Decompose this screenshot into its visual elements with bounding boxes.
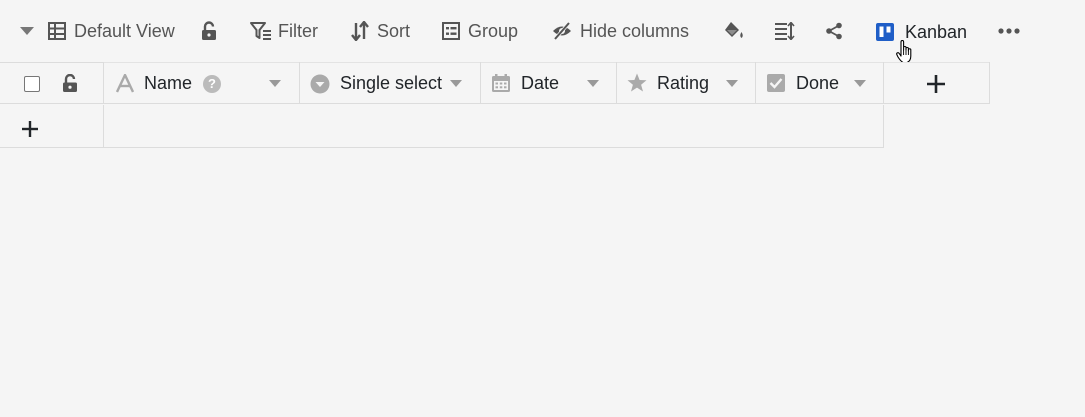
select-all-checkbox[interactable] xyxy=(24,76,40,92)
view-name: Default View xyxy=(74,20,175,41)
filter-button[interactable]: Filter xyxy=(250,16,318,46)
group-icon xyxy=(442,22,460,40)
filter-label: Filter xyxy=(278,20,318,41)
column-menu-caret-icon[interactable] xyxy=(450,80,462,87)
kanban-label: Kanban xyxy=(905,21,968,42)
help-icon[interactable]: ? xyxy=(203,75,221,93)
single-select-icon xyxy=(310,74,330,94)
add-row-button[interactable] xyxy=(0,105,104,148)
view-menu-toggle[interactable] xyxy=(20,16,34,46)
column-header-single-select[interactable]: Single select xyxy=(300,62,481,104)
text-icon xyxy=(116,74,134,93)
star-icon xyxy=(627,73,647,92)
column-name: Done xyxy=(796,73,840,93)
calendar-icon xyxy=(492,74,510,92)
group-label: Group xyxy=(468,20,519,41)
share-button[interactable] xyxy=(825,16,843,46)
column-name: Date xyxy=(521,73,560,93)
checkbox-icon xyxy=(767,74,785,92)
header-controls-cell xyxy=(0,62,104,104)
hide-columns-label: Hide columns xyxy=(580,20,690,41)
column-menu-caret-icon[interactable] xyxy=(726,80,738,87)
column-name: Rating xyxy=(657,73,710,93)
column-header-name[interactable]: Name ? xyxy=(104,62,300,104)
share-icon xyxy=(826,22,842,40)
plus-icon xyxy=(22,121,38,137)
table-icon xyxy=(48,22,66,40)
eye-slash-icon xyxy=(553,22,571,40)
plus-icon xyxy=(927,75,945,93)
lock-view-button[interactable] xyxy=(201,16,217,46)
column-menu-caret-icon[interactable] xyxy=(269,80,281,87)
column-name: Single select xyxy=(340,73,443,93)
sort-button[interactable]: Sort xyxy=(351,16,410,46)
column-header-done[interactable]: Done xyxy=(756,62,884,104)
more-icon xyxy=(998,28,1020,34)
group-button[interactable]: Group xyxy=(442,16,518,46)
add-column-button[interactable] xyxy=(884,62,990,104)
hide-columns-button[interactable]: Hide columns xyxy=(552,16,689,46)
kanban-button[interactable]: Kanban xyxy=(876,17,967,47)
row-height-button[interactable] xyxy=(775,16,795,46)
kanban-icon xyxy=(876,23,894,41)
filter-icon xyxy=(250,22,271,40)
unlock-icon xyxy=(202,21,216,40)
column-menu-caret-icon[interactable] xyxy=(854,80,866,87)
row-height-icon xyxy=(775,22,795,40)
caret-down-icon xyxy=(20,27,34,35)
column-header-date[interactable]: Date xyxy=(481,62,617,104)
column-header-rating[interactable]: Rating xyxy=(617,62,756,104)
unlock-icon xyxy=(63,73,77,92)
sort-icon xyxy=(351,21,369,41)
row-color-button[interactable] xyxy=(723,16,745,46)
column-name: Name xyxy=(144,73,193,93)
add-row-empty-cell[interactable] xyxy=(104,105,884,148)
view-selector[interactable]: Default View xyxy=(48,16,175,46)
column-menu-caret-icon[interactable] xyxy=(587,80,599,87)
more-options-button[interactable] xyxy=(998,16,1020,46)
sort-label: Sort xyxy=(377,20,411,41)
view-toolbar: Default View Filter Sort Group Hide colu… xyxy=(0,0,1085,64)
lock-rows-button[interactable] xyxy=(62,73,78,98)
paint-bucket-icon xyxy=(725,22,743,38)
